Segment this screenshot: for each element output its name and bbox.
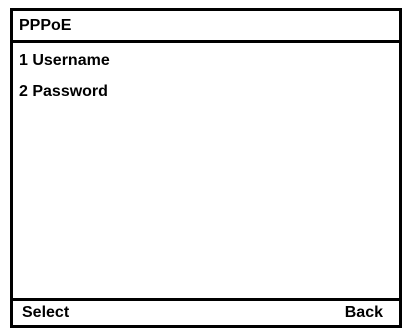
softkey-bar: Select Back bbox=[13, 298, 399, 325]
menu-item-username[interactable]: 1 Username bbox=[19, 48, 389, 74]
device-screen: PPPoE 1 Username 2 Password Select Back bbox=[10, 8, 402, 328]
menu-item-password[interactable]: 2 Password bbox=[19, 79, 389, 105]
back-softkey[interactable]: Back bbox=[345, 302, 383, 324]
page-title: PPPoE bbox=[19, 17, 72, 34]
menu-list: 1 Username 2 Password bbox=[13, 43, 399, 298]
select-softkey[interactable]: Select bbox=[22, 302, 69, 324]
title-bar: PPPoE bbox=[13, 11, 399, 43]
